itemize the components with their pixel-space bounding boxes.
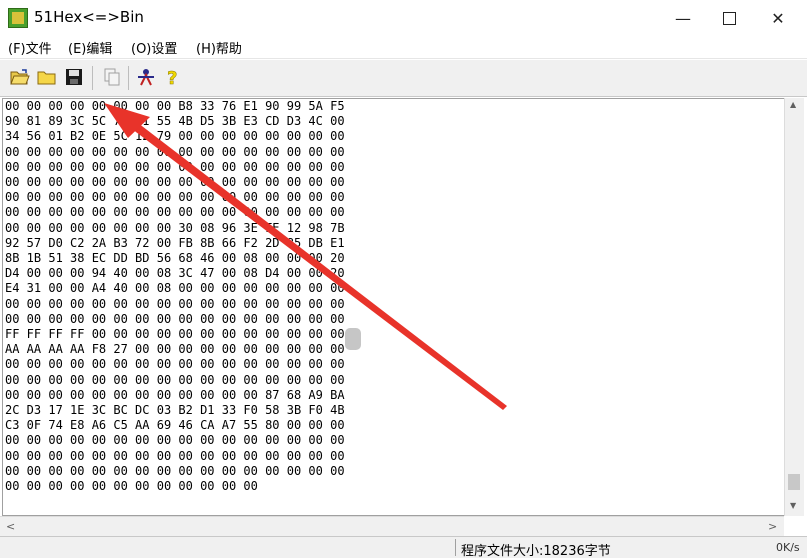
hex-line: C3 0F 74 E8 A6 C5 AA 69 46 CA A7 55 80 0… [5,418,345,433]
menu-settings[interactable]: (O)设置 [131,38,177,57]
hex-line: D4 00 00 00 94 40 00 08 3C 47 00 08 D4 0… [5,266,345,281]
open-file-button[interactable] [9,66,31,88]
title-bar: 51Hex<=>Bin — ✕ [0,0,807,36]
app-icon [8,8,28,28]
hex-line: 00 00 00 00 00 00 00 00 00 00 00 00 00 0… [5,190,345,205]
close-icon: ✕ [771,8,785,28]
save-button[interactable] [63,66,85,88]
status-bar: 程序文件大小:18236字节 0K/s [0,536,807,559]
menu-help[interactable]: (H)帮助 [196,38,242,57]
menu-edit[interactable]: (E)编辑 [68,38,112,57]
help-button[interactable]: ? [161,66,183,88]
hex-content-area[interactable]: 00 00 00 00 00 00 00 00 B8 33 76 E1 90 9… [2,98,784,516]
toolbar-separator [92,66,93,90]
hex-line: FF FF FF FF 00 00 00 00 00 00 00 00 00 0… [5,327,345,342]
scroll-thumb[interactable] [788,474,800,490]
hex-line: 00 00 00 00 00 00 00 00 00 00 00 00 [5,479,258,494]
folder-icon [37,71,56,85]
horizontal-scrollbar[interactable]: < > [0,516,784,537]
close-button[interactable]: ✕ [755,0,801,36]
hex-line: 00 00 00 00 00 00 00 00 00 00 00 00 00 0… [5,311,345,326]
hex-line: 00 00 00 00 00 00 00 00 00 00 00 00 00 0… [5,433,345,448]
network-speed: 0K/s [776,541,800,554]
hex-line: 00 00 00 00 00 00 00 00 00 00 00 00 00 0… [5,372,345,387]
svg-text:?: ? [167,68,177,87]
hex-line: E4 31 00 00 A4 40 00 08 00 00 00 00 00 0… [5,281,345,296]
hex-line: 92 57 D0 C2 2A B3 72 00 FB 8B 66 F2 2D 8… [5,235,345,250]
convert-button[interactable] [135,66,157,88]
hex-line: 8B 1B 51 38 EC DD BD 56 68 46 00 08 00 0… [5,251,345,266]
file-size-status: 程序文件大小:18236字节 [461,544,611,559]
hex-line: 34 56 01 B2 0E 5C 12 79 00 00 00 00 00 0… [5,129,345,144]
hex-line: 00 00 00 00 00 00 00 00 00 00 00 00 00 0… [5,448,345,463]
copy-icon [104,68,120,86]
status-divider [455,539,456,556]
maximize-icon [722,11,736,25]
scroll-left-icon[interactable]: < [6,520,15,533]
hex-line: 00 00 00 00 00 00 00 00 30 08 96 3E FE 1… [5,220,345,235]
cursor-smudge [345,328,361,350]
scroll-up-icon[interactable]: ▲ [790,100,796,109]
hex-line: 00 00 00 00 00 00 00 00 00 00 00 00 00 0… [5,357,345,372]
hex-line: 00 00 00 00 00 00 00 00 00 00 00 00 00 0… [5,159,345,174]
vertical-scrollbar[interactable]: ▲ ▼ [784,98,804,516]
hex-line: 2C D3 17 1E 3C BC DC 03 B2 D1 33 F0 58 3… [5,403,345,418]
help-icon: ? [167,68,178,87]
hex-line: 00 00 00 00 00 00 00 00 00 00 00 00 00 0… [5,144,345,159]
scroll-right-icon[interactable]: > [768,520,777,533]
hex-line: 90 81 89 3C 5C 78 E1 55 4B D5 3B E3 CD D… [5,114,345,129]
convert-icon [138,69,154,86]
minimize-icon: — [675,8,691,28]
hex-line: 00 00 00 00 00 00 00 00 00 00 00 00 00 0… [5,296,345,311]
menu-file[interactable]: (F)文件 [8,38,52,57]
copy-button[interactable] [101,66,123,88]
minimize-button[interactable]: — [660,0,706,36]
hex-line: 00 00 00 00 00 00 00 00 00 00 00 00 00 0… [5,175,345,190]
hex-line: 00 00 00 00 00 00 00 00 00 00 00 00 00 0… [5,205,345,220]
open-file-icon [10,69,30,85]
toolbar: ? [0,60,807,97]
maximize-button[interactable] [706,0,752,36]
hex-line: 00 00 00 00 00 00 00 00 B8 33 76 E1 90 9… [5,99,345,113]
hex-line: 00 00 00 00 00 00 00 00 00 00 00 00 87 6… [5,387,345,402]
window-title: 51Hex<=>Bin [34,8,144,26]
menu-bar: (F)文件 (E)编辑 (O)设置 (H)帮助 [0,36,807,59]
folder-button[interactable] [36,66,58,88]
save-icon [66,69,82,85]
toolbar-separator [128,66,129,90]
scroll-down-icon[interactable]: ▼ [790,501,796,510]
hex-line: 00 00 00 00 00 00 00 00 00 00 00 00 00 0… [5,463,345,478]
hex-line: AA AA AA AA F8 27 00 00 00 00 00 00 00 0… [5,342,345,357]
